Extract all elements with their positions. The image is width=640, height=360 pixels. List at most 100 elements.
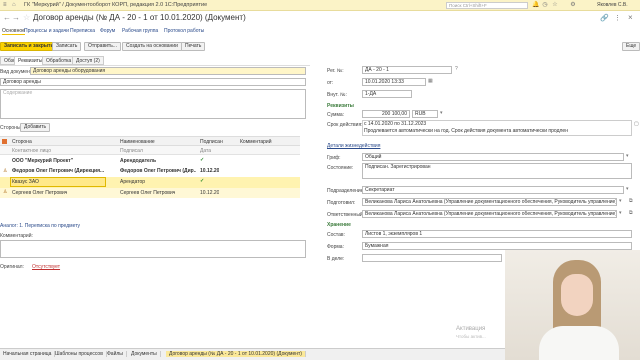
save-close-button[interactable]: Записать и закрыть (0, 42, 58, 51)
signed-check-icon[interactable]: ✓ (200, 178, 204, 184)
composition-field[interactable]: Листов 1, экземпляров 1 (362, 230, 632, 238)
row-party: ООО "Меркурий Проект" (12, 158, 74, 164)
form-select[interactable]: Бумажная (362, 242, 632, 250)
tab-processing[interactable]: Обработка (42, 56, 76, 65)
settings-icon[interactable]: ⚙ (570, 2, 576, 8)
taskbar-item[interactable]: Шаблоны процессов (52, 351, 107, 357)
link-processes[interactable]: Процессы и задачи (24, 28, 69, 34)
print-button[interactable]: Печать (181, 42, 206, 51)
tab-access[interactable]: Доступ (2) (72, 56, 104, 65)
link-correspondence[interactable]: Переписка (70, 28, 95, 34)
stamp-select[interactable]: Общий (362, 153, 624, 161)
create-based-button[interactable]: Создать на основании (122, 42, 182, 51)
department-label: Подразделение: (327, 188, 365, 194)
department-field[interactable]: Секретариат (362, 186, 624, 194)
term-select-icon[interactable]: ▢ (634, 121, 639, 127)
col-contact: Контактное лицо (12, 148, 52, 154)
close-icon[interactable]: × (628, 13, 633, 22)
person-icon: ♙ (3, 168, 8, 174)
workflow-link[interactable]: Детали жизнедействия (327, 143, 380, 149)
state-field[interactable]: Подписан. Зарегистрирован (362, 163, 632, 179)
save-button[interactable]: Записать (52, 42, 82, 51)
parties-label: Стороны: (0, 125, 22, 131)
term-note: Продлевается автоматически на год. Срок … (364, 128, 568, 134)
back-arrow-icon[interactable]: ← (3, 13, 11, 22)
row-signer: Федоров Олег Петрович (Дир... (120, 168, 196, 174)
app-title: ГК "Меркурий" / Документооборот КОРП, ре… (24, 2, 208, 8)
col-date: Дата (200, 148, 212, 154)
comment-textarea[interactable] (0, 240, 306, 258)
link-main[interactable]: Основное (2, 28, 25, 35)
responsible-field[interactable]: Великанова Лариса Анатольевна (Управлени… (362, 210, 617, 218)
signed-check-icon[interactable]: ✓ (200, 157, 204, 163)
taskbar-item[interactable]: Начальная страница (0, 351, 56, 357)
link-forum[interactable]: Форум (100, 28, 115, 34)
row-contact: Сергеев Олег Петрович (12, 190, 68, 196)
open-icon[interactable]: ⧉ (629, 210, 633, 216)
add-party-button[interactable]: Добавить (20, 123, 51, 132)
state-label: Состояние: (327, 165, 354, 171)
relation-link[interactable]: Аналог: 1. Переписка по предмету (0, 223, 80, 229)
stamp-label: Гриф: (327, 155, 341, 161)
col-signed: Подписан (200, 139, 223, 145)
help-icon[interactable]: ? (455, 66, 458, 72)
taskbar-item[interactable]: Файлы (104, 351, 127, 357)
search-input[interactable]: Поиск Ctrl+Shift+F (446, 2, 528, 9)
term-value: с 14.01.2020 по 31.12.2023 (364, 121, 427, 127)
chevron-down-icon[interactable]: ▾ (440, 110, 443, 116)
content-textarea[interactable]: Содержание (0, 89, 306, 119)
favorite-star-icon[interactable]: ☆ (23, 13, 30, 22)
from-label: от: (327, 80, 334, 86)
sum-field[interactable]: 200 100,00 (362, 110, 410, 118)
table-row[interactable]: ООО "Меркурий Проект" Арендодатель ✓ ♙ Ф… (0, 156, 300, 176)
reg-no-label: Рег. №: (327, 68, 344, 74)
row-party: Квазус ЗАО (12, 179, 39, 185)
send-button[interactable]: Отправить... (84, 42, 121, 51)
inc-no-label: Внут. №: (327, 92, 347, 98)
col-party: Сторона (12, 139, 32, 145)
star-icon[interactable]: ☆ (552, 2, 558, 8)
doc-name-field[interactable]: Договор аренды (0, 78, 306, 86)
app-header: ≡ ⌂ ГК "Меркурий" / Документооборот КОРП… (0, 0, 640, 11)
doc-type-field[interactable]: Договор аренды оборудования (30, 67, 306, 75)
person-icon: ♙ (3, 189, 8, 195)
home-icon[interactable]: ⌂ (12, 2, 16, 8)
page-title: Договор аренды (№ ДА - 20 - 1 от 10.01.2… (33, 13, 246, 22)
forward-arrow-icon[interactable]: → (12, 13, 20, 22)
presenter-body (539, 326, 619, 360)
requisites-title: Реквизиты (327, 103, 354, 109)
link-workgroup[interactable]: Рабочая группа (122, 28, 158, 34)
section-links: Основное Процессы и задачи Переписка Фор… (0, 28, 640, 37)
more-button[interactable]: Еще (622, 42, 640, 51)
more-vertical-icon[interactable]: ⋮ (614, 14, 621, 22)
row-signer: Сергеев Олег Петрович (120, 190, 176, 196)
inc-no-field[interactable]: 1-ДА (362, 90, 412, 98)
link-protocol[interactable]: Протокол работы (164, 28, 204, 34)
prepared-field[interactable]: Великанова Лариса Анатольевна (Управлени… (362, 198, 617, 206)
activation-watermark-sub: Чтобы актив... (456, 334, 486, 339)
file-field[interactable] (362, 254, 502, 262)
menu-icon[interactable]: ≡ (3, 2, 7, 8)
chevron-down-icon[interactable]: ▾ (626, 153, 629, 159)
taskbar-item[interactable]: Документы (128, 351, 161, 357)
open-icon[interactable]: ⧉ (629, 198, 633, 204)
bell-icon[interactable]: 🔔 (532, 2, 539, 8)
chevron-down-icon[interactable]: ▾ (619, 210, 622, 216)
reg-no-field[interactable]: ДА - 20 - 1 (362, 66, 452, 74)
currency-select[interactable]: RUB (412, 110, 438, 118)
chevron-down-icon[interactable]: ▾ (626, 186, 629, 192)
from-date-field[interactable]: 10.01.2020 13:33 (362, 78, 426, 86)
row-date: 10.12.20 (200, 168, 220, 174)
tabs-divider (0, 65, 310, 66)
link-icon[interactable]: 🔗 (600, 14, 609, 22)
taskbar-item-active[interactable]: Договор аренды (№ ДА - 20 - 1 от 10.01.2… (166, 351, 306, 357)
history-icon[interactable]: ◷ (542, 2, 548, 8)
user-name[interactable]: Яковлев С.В. (597, 2, 628, 8)
calendar-icon[interactable]: ▦ (428, 78, 433, 84)
term-label: Срок действия: (327, 122, 363, 128)
open-windows-bar: Начальная страница Шаблоны процессов Фай… (0, 348, 505, 360)
original-status-link[interactable]: Отсутствует (32, 264, 60, 270)
responsible-label: Ответственный: (327, 212, 365, 218)
chevron-down-icon[interactable]: ▾ (619, 198, 622, 204)
file-label: В деле: (327, 256, 345, 262)
